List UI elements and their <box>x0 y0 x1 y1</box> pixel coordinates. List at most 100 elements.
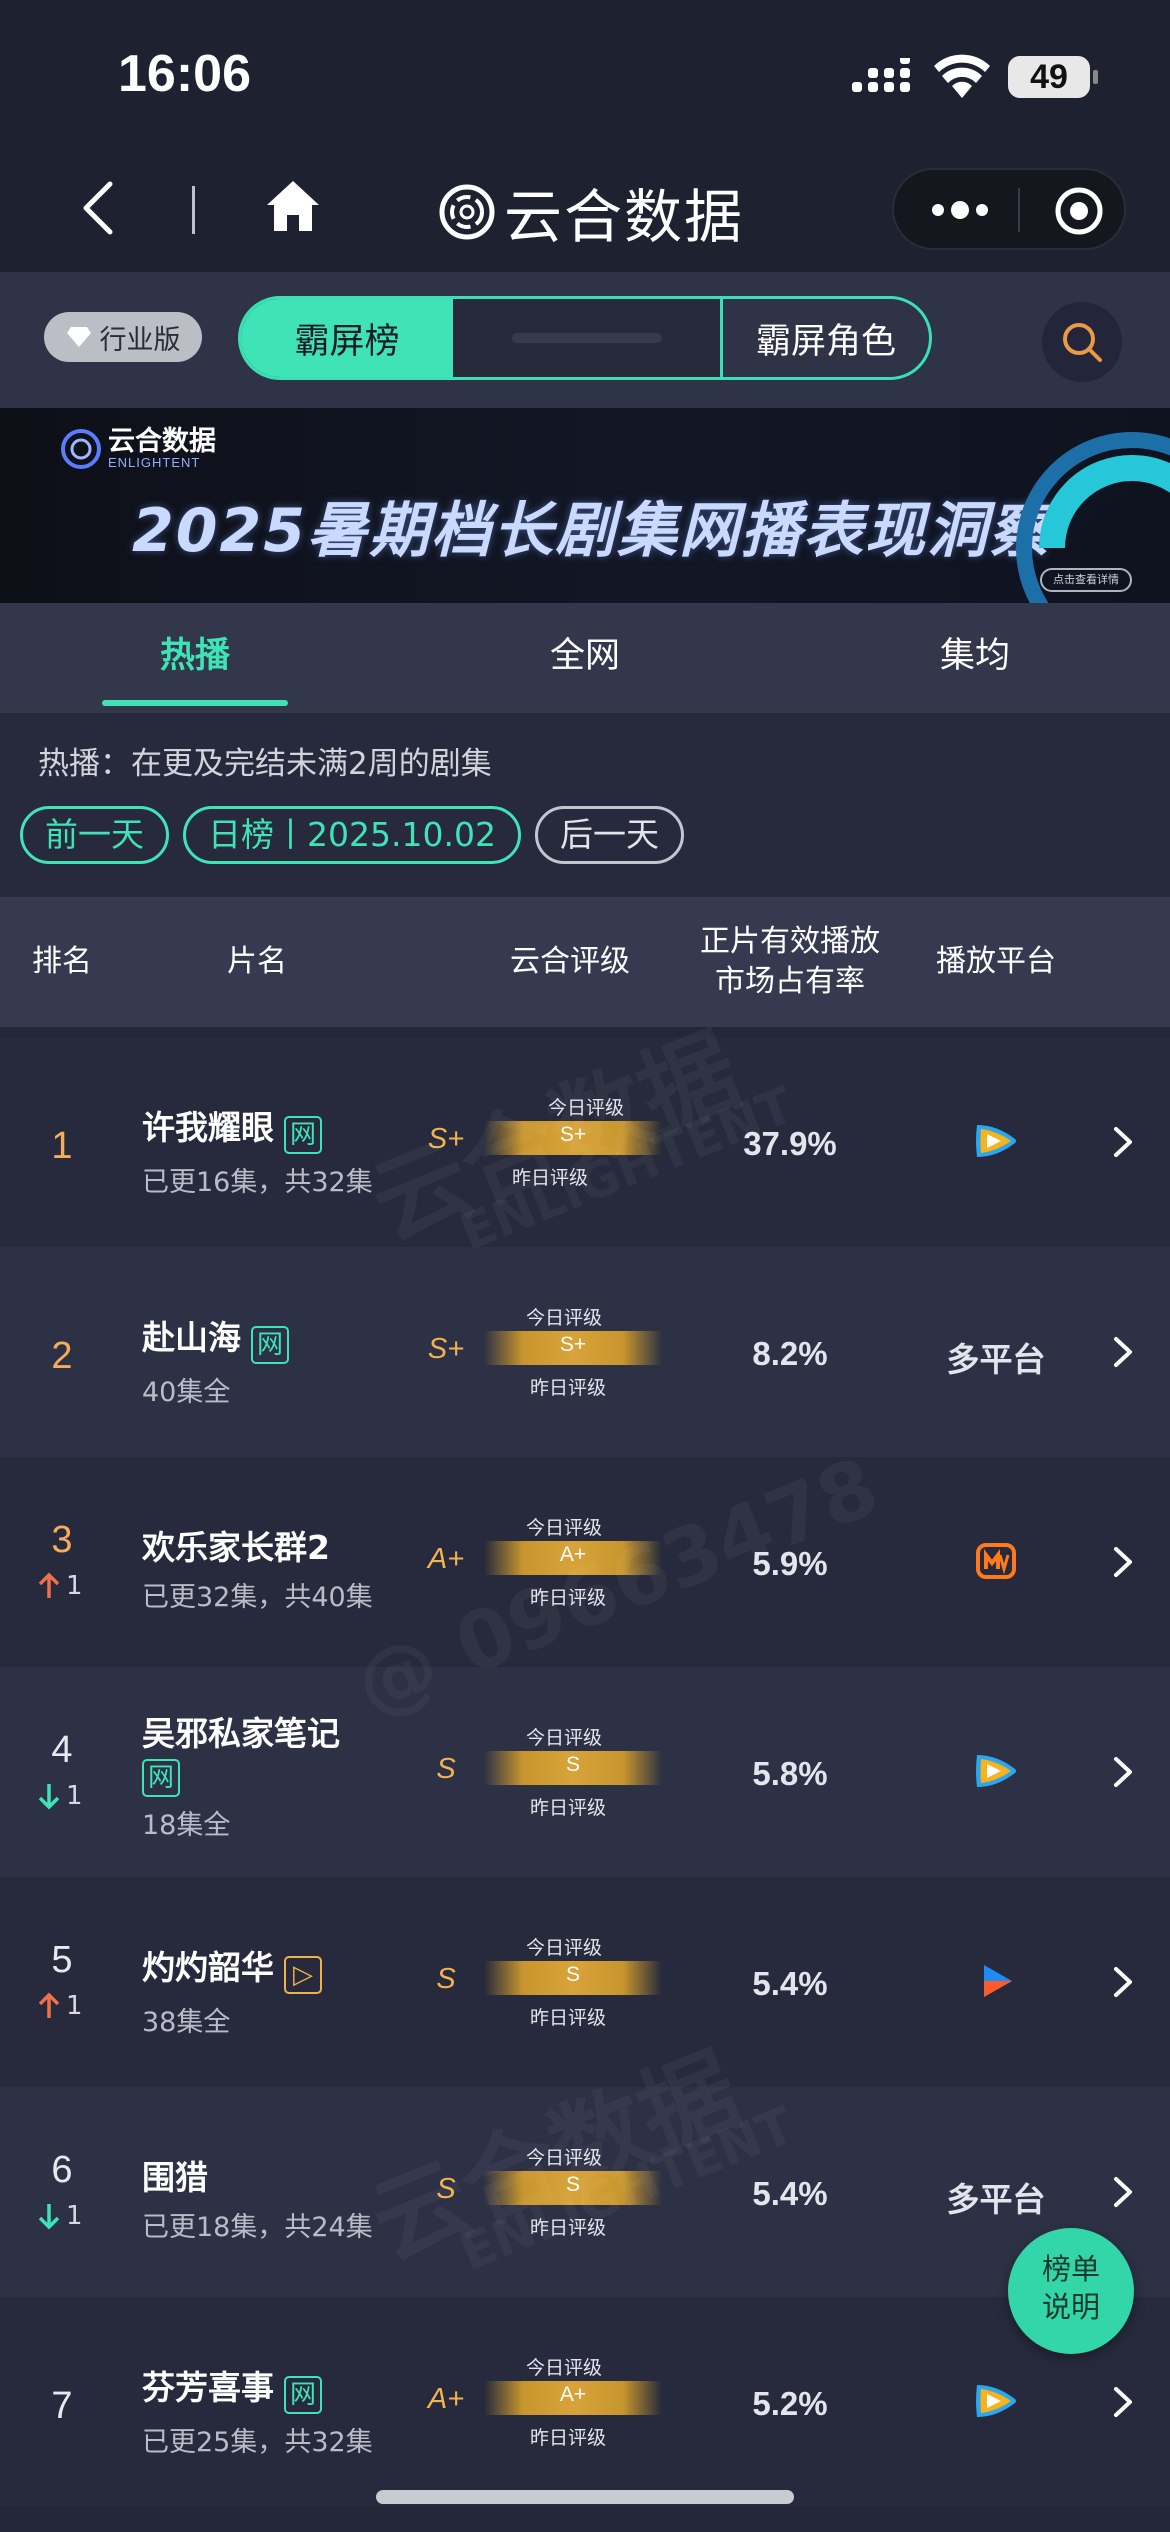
platform <box>900 1121 1092 1165</box>
segment-dominance-role[interactable]: 霸屏角色 <box>723 299 929 377</box>
tencent-video-icon <box>976 2385 1016 2417</box>
today-grade-label: 今日评级 <box>526 1727 603 1749</box>
today-grade-label: 今日评级 <box>526 1307 603 1329</box>
segment-dominance-chart[interactable]: 霸屏榜 <box>241 299 453 377</box>
segment-blurred-option[interactable] <box>453 299 723 377</box>
date-picker[interactable]: 日榜丨2025.10.02 <box>183 806 521 864</box>
platform: 多平台 <box>900 2173 1092 2221</box>
status-bar: 16:06 49 <box>0 0 1170 140</box>
table-row[interactable]: 7 芬芳喜事网已更25集，共32集 A+ 今日评级 A+ 昨日评级 5.2% <box>0 2297 1170 2507</box>
grade-bar: S+ <box>484 1121 662 1155</box>
wifi-icon <box>934 54 990 98</box>
back-icon[interactable] <box>78 180 118 236</box>
search-icon <box>1063 323 1102 362</box>
grade-bar: S+ <box>484 1331 662 1365</box>
grade-bar-value: S <box>565 1963 580 1986</box>
today-grade-label: 今日评级 <box>548 1097 625 1119</box>
grade-letter: S <box>436 2173 456 2205</box>
blurred-label <box>511 333 662 343</box>
table-row[interactable]: 2 赴山海网 40集全 S+ 今日评级 S+ 昨日评级 8.2% 多平台 <box>0 1247 1170 1457</box>
episode-info: 已更32集，共40集 <box>142 1582 373 1613</box>
home-icon[interactable] <box>264 178 322 234</box>
chevron-right-icon[interactable] <box>1112 1755 1134 1789</box>
brand: 云合数据 <box>438 170 744 254</box>
episode-info: 18集全 <box>142 1810 231 1841</box>
edition-label: 行业版 <box>99 324 181 356</box>
next-day-button[interactable]: 后一天 <box>534 806 684 864</box>
show-info: 围猎 已更18集，共24集 <box>142 2151 442 2244</box>
chevron-right-icon[interactable] <box>1112 1125 1134 1159</box>
platform-multi: 多平台 <box>946 2180 1046 2219</box>
rank-number: 3 <box>51 1519 73 1561</box>
tab-per-episode[interactable]: 集均 <box>780 603 1170 713</box>
grade-bar: S <box>484 2171 662 2205</box>
rank-number: 7 <box>51 2385 73 2427</box>
market-share: 37.9% <box>743 1125 837 1162</box>
grade-bar: A+ <box>484 1541 662 1575</box>
rank-change-value: 1 <box>66 1991 83 2021</box>
header-share-line1: 正片有效播放 <box>700 924 880 959</box>
rank-change-value: 1 <box>66 1571 83 1601</box>
table-row[interactable]: 4 1 吴邪私家笔记网 18集全 S 今日评级 S 昨日评级 5.8% <box>0 1667 1170 1877</box>
more-icon[interactable] <box>928 194 992 226</box>
show-info: 赴山海网 40集全 <box>142 1311 442 1409</box>
grade-letter: S+ <box>427 1333 465 1365</box>
ranking-explanation-button[interactable]: 榜单 说明 <box>1008 2228 1134 2354</box>
rank-number: 6 <box>51 2149 73 2191</box>
header-title: 片名 <box>227 944 287 979</box>
today-grade-label: 今日评级 <box>526 1517 603 1539</box>
tab-all-network[interactable]: 全网 <box>390 603 780 713</box>
active-tab-indicator <box>102 700 288 706</box>
header-rank: 排名 <box>32 944 92 979</box>
rank-change: 1 <box>38 2201 118 2231</box>
rank-number: 5 <box>51 1939 73 1981</box>
market-share: 5.9% <box>752 1545 828 1582</box>
toolbar: 行业版 霸屏榜 霸屏角色 <box>0 272 1170 408</box>
chevron-right-icon[interactable] <box>1112 2175 1134 2209</box>
grade-bar: A+ <box>484 2381 662 2415</box>
platform: 多平台 <box>900 1333 1092 1381</box>
yesterday-grade-label: 昨日评级 <box>530 1377 607 1399</box>
chevron-right-icon[interactable] <box>1112 1545 1134 1579</box>
rank-down-icon <box>38 2204 60 2230</box>
previous-day-button[interactable]: 前一天 <box>20 806 169 864</box>
grade-bar-value: S+ <box>559 1123 587 1146</box>
platform-multi: 多平台 <box>946 1340 1046 1379</box>
header-platform: 播放平台 <box>936 944 1056 979</box>
table-row[interactable]: 6 1 围猎 已更18集，共24集 S 今日评级 S 昨日评级 5.4% 多平台 <box>0 2087 1170 2297</box>
table-row[interactable]: 5 1 灼灼韶华 ▷ 38集全 S 今日评级 S 昨日评级 5.4% <box>0 1877 1170 2087</box>
home-indicator[interactable] <box>376 2490 794 2504</box>
grade-letter: S <box>436 1963 456 1995</box>
table-row[interactable]: 3 1 欢乐家长群2 已更32集，共40集 A+ 今日评级 A+ 昨日评级 5.9% <box>0 1457 1170 1667</box>
episode-info: 38集全 <box>142 2006 231 2038</box>
battery-icon: 49 <box>1008 56 1098 98</box>
promo-banner[interactable]: 云合数据 ENLIGHTENT 2025暑期档长剧集网播表现洞察 点击查看详情 <box>0 408 1170 603</box>
platform <box>900 1751 1092 1795</box>
chevron-right-icon[interactable] <box>1112 1335 1134 1369</box>
tab-hot[interactable]: 热播 <box>0 603 390 713</box>
grade-gauge: 今日评级 S 昨日评级 <box>484 2139 662 2249</box>
rank-change-value: 1 <box>66 1781 83 1811</box>
edition-badge[interactable]: 行业版 <box>44 312 202 362</box>
banner-logo-name: 云合数据 <box>108 426 216 457</box>
header-share-line2: 市场占有率 <box>715 964 865 999</box>
episode-info: 已更16集，共32集 <box>142 1166 373 1198</box>
grade-gauge: 今日评级 S 昨日评级 <box>484 1719 662 1829</box>
play-tag-icon: ▷ <box>284 1955 322 1994</box>
close-mini-program-icon[interactable] <box>1054 186 1104 236</box>
chevron-right-icon[interactable] <box>1112 2385 1134 2419</box>
header-grade: 云合评级 <box>510 944 630 979</box>
table-row[interactable]: 1 许我耀眼网已更16集，共32集 S+ 今日评级 S+ 昨日评级 37.9% <box>0 1037 1170 1247</box>
battery-level: 49 <box>1030 58 1068 96</box>
grade-gauge: 今日评级 S+ 昨日评级 <box>484 1299 662 1409</box>
grade-gauge: 今日评级 S 昨日评级 <box>484 1929 662 2039</box>
show-title: 许我耀眼 <box>142 1108 274 1147</box>
search-button[interactable] <box>1042 302 1122 382</box>
banner-detail-button[interactable]: 点击查看详情 <box>1040 568 1132 592</box>
grade-gauge: 今日评级 A+ 昨日评级 <box>484 2349 662 2459</box>
nav-divider <box>192 186 195 234</box>
grade-bar-value: A+ <box>559 1543 587 1566</box>
show-title: 灼灼韶华 <box>142 1948 274 1987</box>
chevron-right-icon[interactable] <box>1112 1965 1134 1999</box>
fab-line2: 说明 <box>1041 2290 1100 2324</box>
